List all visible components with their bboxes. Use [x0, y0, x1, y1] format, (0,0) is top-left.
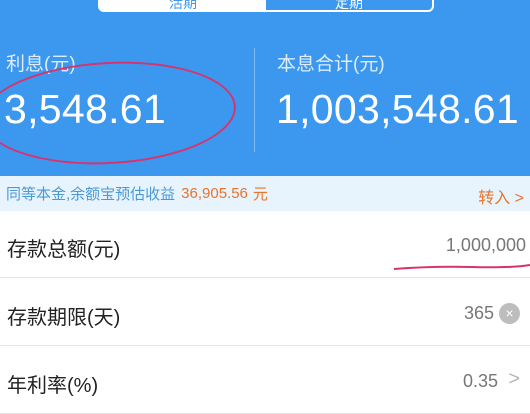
annual-rate-label: 年利率(%)	[7, 375, 99, 397]
row-deposit-term[interactable]: 存款期限(天) 365 ×	[0, 284, 530, 346]
total-label: 本息合计(元)	[277, 54, 385, 75]
deposit-amount-label: 存款总额(元)	[7, 239, 121, 261]
handdrawn-underline-annotation	[393, 264, 530, 270]
promo-amount: 36,905.56	[181, 185, 248, 202]
deposit-term-value[interactable]: 365	[464, 303, 494, 324]
chevron-right-icon[interactable]: >	[508, 368, 520, 391]
promo-unit: 元	[252, 186, 268, 203]
transfer-in-link[interactable]: 转入 >	[478, 184, 524, 208]
header-panel: 活期 定期 利息(元) 3,548.61 本息合计(元) 1,003,548.6…	[0, 0, 530, 176]
tab-fixed[interactable]: 定期	[266, 0, 432, 10]
clear-icon[interactable]: ×	[499, 303, 520, 324]
deposit-amount-value[interactable]: 1,000,000	[446, 235, 526, 256]
segmented-control: 活期 定期	[98, 0, 434, 12]
row-annual-rate[interactable]: 年利率(%) 0.35 >	[0, 352, 530, 414]
column-divider	[254, 48, 255, 152]
yuebao-promo-bar: 同等本金,余额宝预估收益 36,905.56 元 转入 >	[0, 176, 530, 211]
total-value: 1,003,548.61	[276, 86, 519, 132]
deposit-term-label: 存款期限(天)	[7, 307, 121, 329]
promo-text: 同等本金,余额宝预估收益	[6, 186, 176, 203]
annual-rate-value: 0.35	[462, 371, 498, 391]
tab-current[interactable]: 活期	[100, 0, 266, 10]
